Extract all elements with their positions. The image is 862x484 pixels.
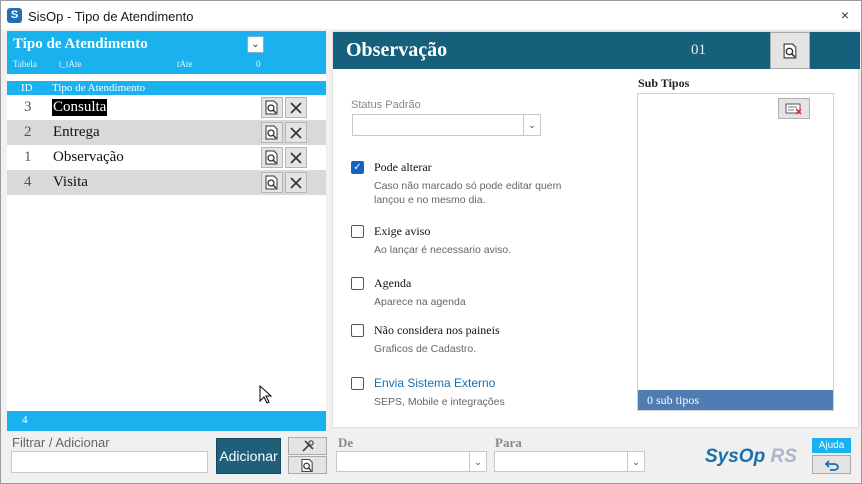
status-select[interactable]: ⌄ [352, 114, 541, 136]
para-label: Para [495, 435, 522, 450]
title-bar: S SisOp - Tipo de Atendimento × [1, 1, 861, 29]
clear-list-icon [785, 103, 802, 115]
list-title: Tipo de Atendimento [13, 36, 148, 52]
agenda-checkbox[interactable] [351, 277, 364, 290]
list-header: Tipo de Atendimento ⌄ Tabela t_tAte tAte… [7, 31, 326, 74]
de-label: De [338, 435, 354, 450]
dropdown-arrow-icon[interactable]: ⌄ [627, 452, 644, 472]
delete-row-button[interactable] [285, 147, 307, 168]
view-record-icon [265, 175, 278, 190]
column-name[interactable]: Tipo de Atendimento [52, 82, 145, 94]
detail-panel: Observação 01 Status Padrão ⌄ ✓ Pode alt… [332, 31, 860, 428]
table-count: 0 [256, 59, 261, 69]
para-select[interactable]: ⌄ [494, 451, 645, 472]
delete-row-button[interactable] [285, 122, 307, 143]
list-panel: Tipo de Atendimento ⌄ Tabela t_tAte tAte… [7, 31, 326, 431]
delete-row-button[interactable] [285, 97, 307, 118]
search-button[interactable] [288, 456, 327, 474]
row-name[interactable]: Consulta [52, 99, 108, 116]
main-window: S SisOp - Tipo de Atendimento × Tipo de … [0, 0, 862, 484]
tools-button[interactable] [288, 437, 327, 455]
delete-row-button[interactable] [285, 172, 307, 193]
row-id: 4 [24, 174, 32, 190]
help-button[interactable]: Ajuda [812, 438, 851, 453]
window-title: SisOp - Tipo de Atendimento [28, 9, 194, 24]
checkmark-icon: ✓ [353, 162, 362, 173]
option-label: Não considera nos paineis [374, 323, 500, 337]
list-item[interactable]: 3 Consulta [7, 95, 326, 120]
subtypes-list[interactable]: 0 sub tipos [637, 93, 834, 411]
sysop-logo: SysOp RS [705, 446, 797, 468]
view-record-button[interactable] [261, 97, 283, 118]
subtypes-count: 0 sub tipos [647, 393, 700, 407]
row-name[interactable]: Visita [52, 174, 89, 191]
filter-input[interactable] [11, 451, 208, 473]
view-record-button[interactable] [261, 122, 283, 143]
view-record-button[interactable] [261, 147, 283, 168]
row-id: 3 [24, 99, 32, 115]
list-options-dropdown[interactable]: ⌄ [247, 36, 264, 53]
add-button[interactable]: Adicionar [216, 438, 281, 474]
exige-aviso-checkbox[interactable] [351, 225, 364, 238]
row-name[interactable]: Observação [52, 149, 125, 166]
view-record-button[interactable] [261, 172, 283, 193]
detail-code: 01 [691, 42, 706, 58]
option-desc: SEPS, Mobile e integrações [374, 396, 505, 408]
option-desc: Aparece na agenda [374, 296, 466, 308]
detail-title: Observação [346, 39, 448, 61]
option-label: Pode alterar [374, 160, 432, 174]
list-item[interactable]: 1 Observação [7, 145, 326, 170]
record-count: 4 [22, 414, 28, 426]
logo-suffix: RS [770, 446, 797, 467]
row-id: 2 [24, 124, 32, 140]
pode-alterar-checkbox[interactable]: ✓ [351, 161, 364, 174]
option-label: Exige aviso [374, 224, 431, 238]
row-id: 1 [24, 149, 32, 165]
option-label: Envia Sistema Externo [374, 376, 496, 390]
de-select[interactable]: ⌄ [336, 451, 487, 472]
logo-main: SysOp [705, 446, 766, 467]
back-button[interactable] [812, 455, 851, 474]
table-label: Tabela [13, 59, 37, 69]
table-alias: tAte [177, 59, 193, 69]
dropdown-arrow-icon[interactable]: ⌄ [469, 452, 486, 472]
detail-header: Observação 01 [333, 32, 860, 69]
mouse-cursor-icon [259, 385, 273, 404]
table-name: t_tAte [59, 59, 82, 69]
list-footer: 4 [7, 411, 326, 431]
option-desc: Ao lançar é necessario aviso. [374, 244, 512, 256]
type-list: 3 Consulta 2 Entrega 1 Observação 4 Visi… [7, 95, 326, 195]
delete-icon [290, 126, 302, 139]
row-name[interactable]: Entrega [52, 124, 101, 141]
subtypes-label: Sub Tipos [638, 76, 690, 90]
view-record-icon [265, 100, 278, 115]
status-label: Status Padrão [351, 99, 421, 111]
undo-icon [824, 459, 839, 471]
option-desc: Graficos de Cadastro. [374, 343, 477, 355]
delete-icon [290, 101, 302, 114]
list-item[interactable]: 4 Visita [7, 170, 326, 195]
view-detail-button[interactable] [770, 32, 810, 69]
dropdown-arrow-icon[interactable]: ⌄ [523, 115, 540, 135]
subtypes-footer: 0 sub tipos [638, 390, 833, 410]
tools-icon [301, 440, 314, 452]
view-record-icon [265, 125, 278, 140]
envia-externo-checkbox[interactable] [351, 377, 364, 390]
close-window-button[interactable]: × [841, 7, 849, 23]
clear-subtypes-button[interactable] [778, 98, 810, 119]
list-item[interactable]: 2 Entrega [7, 120, 326, 145]
search-doc-icon [783, 43, 796, 58]
delete-icon [290, 151, 302, 164]
filter-label: Filtrar / Adicionar [12, 435, 110, 450]
column-header: ID Tipo de Atendimento [7, 81, 326, 95]
option-label: Agenda [374, 276, 412, 290]
nao-considera-checkbox[interactable] [351, 324, 364, 337]
delete-icon [290, 176, 302, 189]
column-id[interactable]: ID [21, 82, 33, 94]
chevron-down-icon: ⌄ [251, 39, 260, 50]
option-desc: Caso não marcado só pode editar quem lan… [374, 180, 562, 206]
app-logo-icon: S [7, 8, 22, 23]
view-record-icon [265, 150, 278, 165]
search-doc-icon [301, 458, 313, 472]
